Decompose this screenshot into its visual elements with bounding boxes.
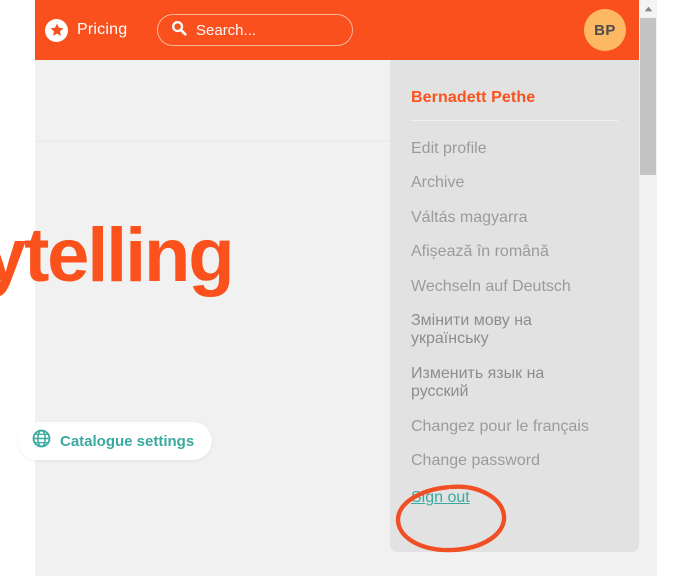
- pricing-label: Pricing: [77, 21, 128, 38]
- menu-item-sign-out[interactable]: Sign out: [411, 489, 621, 507]
- pricing-link[interactable]: Pricing: [45, 17, 127, 43]
- search-placeholder: Search...: [196, 21, 257, 39]
- catalogue-settings-button[interactable]: Catalogue settings: [18, 422, 213, 460]
- menu-item-edit-profile[interactable]: Edit profile: [411, 140, 621, 158]
- top-navigation-bar: Pricing Search... BP: [35, 0, 639, 60]
- page-title: ytelling: [0, 213, 235, 298]
- star-icon: [45, 18, 68, 42]
- chevron-up-icon: [644, 6, 652, 11]
- catalogue-settings-label: Catalogue settings: [60, 432, 195, 450]
- menu-item-switch-hungarian[interactable]: Váltás magyarra: [411, 209, 621, 227]
- user-menu-dropdown: Bernadett Pethe Edit profile Archive Vál…: [390, 60, 639, 552]
- menu-item-switch-russian[interactable]: Изменить язык на русский: [411, 365, 621, 402]
- menu-item-list: Edit profile Archive Váltás magyarra Afi…: [411, 140, 621, 524]
- menu-item-change-password[interactable]: Change password: [411, 452, 621, 470]
- search-input[interactable]: Search...: [157, 14, 353, 46]
- vertical-scrollbar[interactable]: [639, 0, 657, 576]
- menu-divider: [411, 120, 618, 121]
- scroll-up-button[interactable]: [639, 0, 657, 17]
- menu-item-switch-french[interactable]: Changez pour le français: [411, 418, 621, 436]
- app-root: ytelling Catalogue settings Bernadett Pe…: [0, 0, 688, 576]
- menu-item-switch-romanian[interactable]: Afișează în română: [411, 243, 621, 261]
- menu-item-switch-german[interactable]: Wechseln auf Deutsch: [411, 278, 621, 296]
- menu-item-switch-ukrainian[interactable]: Змінити мову на українську: [411, 312, 621, 349]
- avatar[interactable]: BP: [584, 9, 626, 51]
- scrollbar-track[interactable]: [639, 175, 657, 576]
- scrollbar-thumb[interactable]: [640, 18, 656, 175]
- menu-item-archive[interactable]: Archive: [411, 174, 621, 192]
- menu-user-name: Bernadett Pethe: [411, 89, 536, 106]
- search-icon: [171, 20, 187, 41]
- globe-icon: [32, 429, 51, 453]
